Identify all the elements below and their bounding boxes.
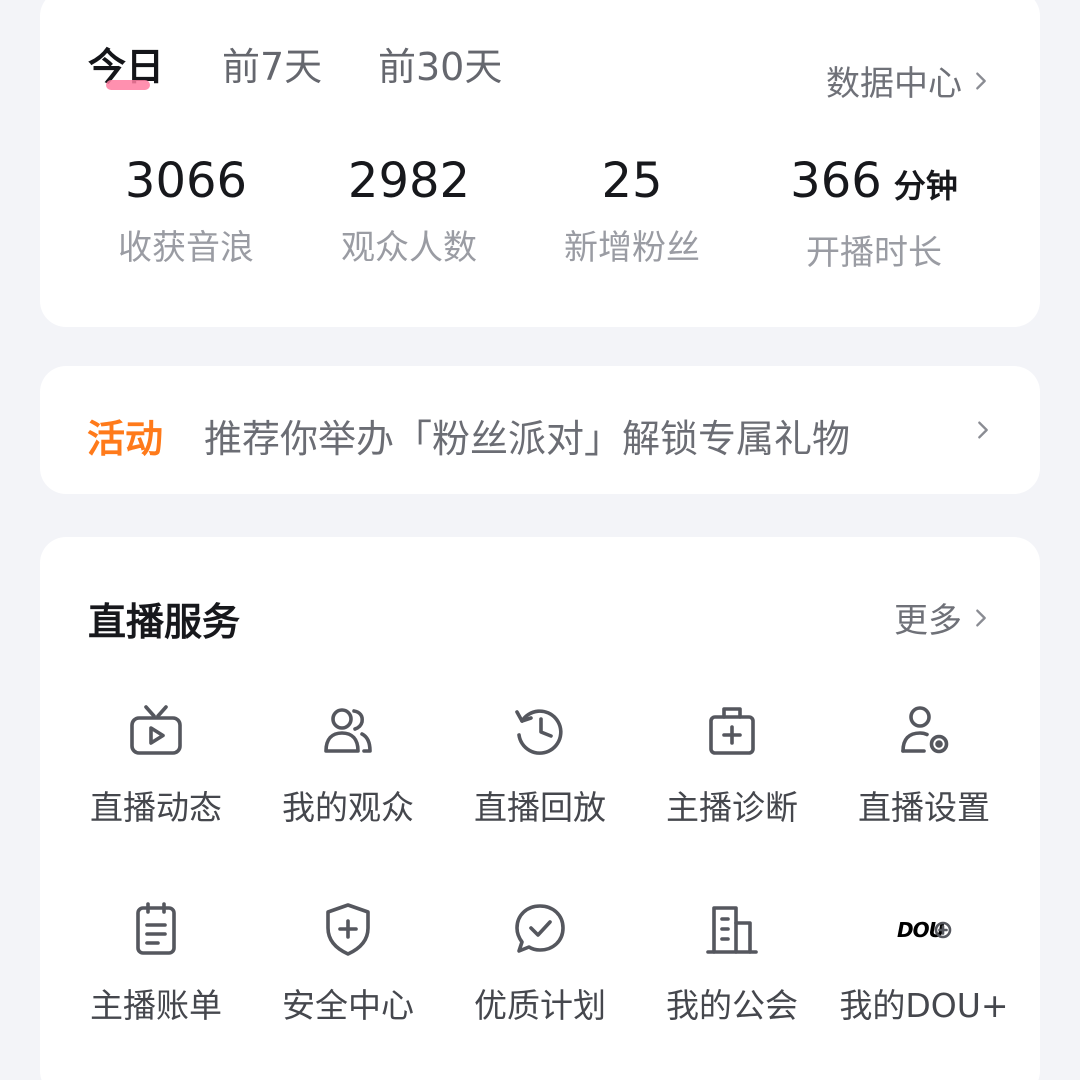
stat-value: 3066 [124,153,248,209]
dou-plus-icon: DOU [897,918,952,942]
service-label: 主播诊断 [666,788,798,827]
service-my-dou-plus[interactable]: DOU 我的DOU+ [828,899,1020,1027]
service-label: 我的观众 [282,788,414,827]
building-icon [706,906,758,954]
check-bubble-icon [515,904,565,953]
bill-icon [136,902,176,955]
service-label: 优质计划 [474,986,606,1025]
stat-live-duration[interactable]: 366 分钟 开播时长 [764,148,984,274]
active-tab-indicator [106,80,150,90]
service-my-audience[interactable]: 我的观众 [252,701,444,829]
section-title: 直播服务 [88,600,241,644]
service-streamer-diagnosis[interactable]: 主播诊断 [636,701,828,829]
data-center-link[interactable]: 数据中心 [826,56,992,105]
live-services-card: 直播服务 更多 直播动态 我的观众 直播回放 主播诊断 直播设置 主播账单 安全… [40,537,1040,1080]
service-security-center[interactable]: 安全中心 [252,899,444,1027]
service-label: 直播设置 [858,788,990,827]
activity-tag: 活动 [87,417,164,461]
more-link[interactable]: 更多 [894,593,992,642]
tab-7-days[interactable]: 前7天 [222,44,322,90]
dou-logo-text: DOU [897,918,945,942]
service-label: 安全中心 [282,986,414,1025]
stat-label: 开播时长 [806,233,942,273]
service-quality-plan[interactable]: 优质计划 [444,899,636,1027]
medical-kit-icon [709,707,755,755]
chevron-right-icon [978,421,988,439]
stat-value: 2982 [347,153,471,209]
service-streamer-bill[interactable]: 主播账单 [60,899,252,1027]
service-label: 我的DOU+ [839,986,1009,1025]
chevron-right-icon [976,608,986,627]
data-center-label: 数据中心 [826,64,962,104]
shield-plus-icon [326,903,370,956]
service-live-replay[interactable]: 直播回放 [444,701,636,829]
audience-icon [324,708,372,753]
stat-viewers[interactable]: 2982 观众人数 [299,148,519,269]
stat-value: 25 [601,153,663,209]
service-my-guild[interactable]: 我的公会 [636,899,828,1027]
service-live-settings[interactable]: 直播设置 [828,701,1020,829]
service-live-feed[interactable]: 直播动态 [60,701,252,829]
stat-label: 收获音浪 [118,228,254,268]
stat-new-fans[interactable]: 25 新增粉丝 [522,148,742,269]
stat-sound-waves[interactable]: 3066 收获音浪 [76,148,296,269]
more-label: 更多 [894,601,962,641]
service-label: 我的公会 [666,986,798,1025]
stat-value: 366 分钟 [790,153,958,209]
activity-text: 推荐你举办「粉丝派对」解锁专属礼物 [204,417,851,461]
chevron-right-icon [976,71,986,90]
activity-banner[interactable]: 活动 推荐你举办「粉丝派对」解锁专属礼物 [40,366,1040,494]
stats-card: 今日 前7天 前30天 数据中心 3066 收获音浪 2982 观众人数 25 … [40,0,1040,327]
tv-icon [130,705,182,755]
stat-label: 新增粉丝 [564,228,700,268]
service-label: 主播账单 [90,986,222,1025]
tab-30-days[interactable]: 前30天 [378,44,502,90]
service-label: 直播回放 [474,788,606,827]
stat-label: 观众人数 [341,228,477,268]
service-label: 直播动态 [90,788,222,827]
user-settings-icon [901,706,949,754]
replay-clock-icon [515,709,563,755]
stat-unit: 分钟 [893,167,958,205]
